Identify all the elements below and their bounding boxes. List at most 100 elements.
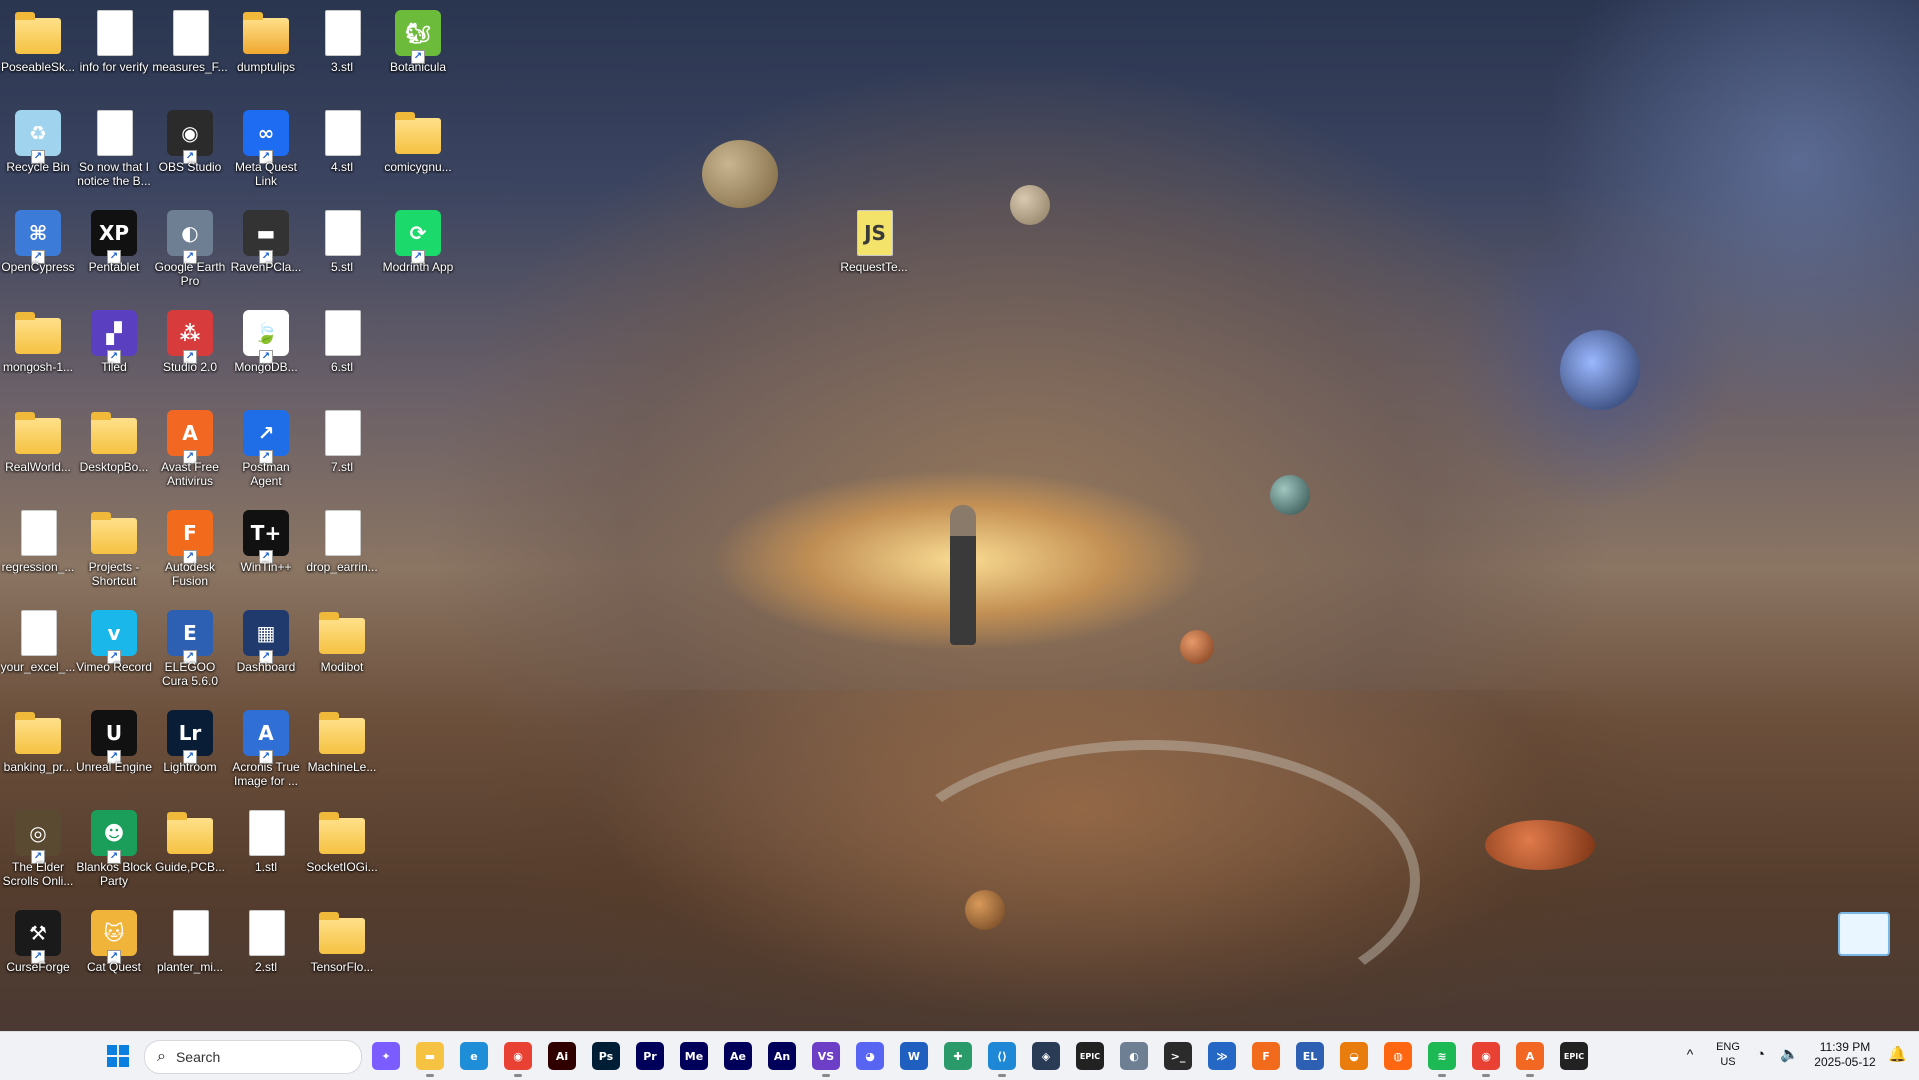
desktop-icon[interactable]: XPPentablet — [74, 206, 154, 302]
desktop-icon[interactable]: RealWorld... — [0, 406, 78, 502]
desktop-icon[interactable]: MachineLe... — [302, 706, 382, 802]
desktop-icon[interactable]: So now that I notice the B... — [74, 106, 154, 202]
desktop-icon[interactable]: ⁂Studio 2.0 — [150, 306, 230, 402]
desktop-icon[interactable]: dumptulips — [226, 6, 306, 102]
desktop-icon[interactable]: ∞Meta Quest Link — [226, 106, 306, 202]
desktop-icon[interactable]: AAcronis True Image for ... — [226, 706, 306, 802]
discord-icon[interactable]: ◕ — [856, 1042, 884, 1070]
desktop-icon[interactable]: your_excel_... — [0, 606, 78, 702]
desktop-icon-label: Autodesk Fusion — [164, 560, 216, 588]
desktop-icon-label: MachineLe... — [307, 760, 377, 774]
desktop-icon[interactable]: ▦Dashboard — [226, 606, 306, 702]
media-encoder-icon[interactable]: Me — [680, 1042, 708, 1070]
desktop-icon[interactable]: ♻Recycle Bin — [0, 106, 78, 202]
firefox-icon[interactable]: ◍ — [1384, 1042, 1412, 1070]
spotify-icon[interactable]: ≋ — [1428, 1042, 1456, 1077]
illustrator-icon[interactable]: Ai — [548, 1042, 576, 1070]
desktop-icon[interactable]: FAutodesk Fusion — [150, 506, 230, 602]
desktop-icon[interactable]: measures_F... — [150, 6, 230, 102]
desktop-icon[interactable]: ▬RavenPCla... — [226, 206, 306, 302]
volume-icon[interactable]: 🔈 — [1780, 1045, 1799, 1063]
desktop-icon-label: Modrinth App — [382, 260, 454, 274]
desktop-icon-label: 5.stl — [330, 260, 353, 274]
epic-games-icon[interactable]: EPIC — [1076, 1042, 1104, 1070]
fusion-icon[interactable]: F — [1252, 1042, 1280, 1070]
language-indicator[interactable]: ENG US — [1706, 1040, 1750, 1070]
desktop-icon[interactable]: ⟳Modrinth App — [378, 206, 458, 302]
taskbar-search-box[interactable]: ⌕ Search — [144, 1040, 362, 1074]
google-earth-icon[interactable]: ◐ — [1120, 1042, 1148, 1070]
desktop-icon[interactable]: info for verify — [74, 6, 154, 102]
wifi-icon[interactable]: ◔ — [1756, 1046, 1765, 1063]
desktop-icon[interactable]: LrLightroom — [150, 706, 230, 802]
desktop-icon[interactable]: 4.stl — [302, 106, 382, 202]
copilot-icon[interactable]: ✦ — [372, 1042, 400, 1070]
blender-icon[interactable]: ◒ — [1340, 1042, 1368, 1070]
notification-bell-icon[interactable]: 🔔 — [1888, 1045, 1907, 1063]
desktop-icon[interactable]: 1.stl — [226, 806, 306, 902]
desktop-icon[interactable]: drop_earrin... — [302, 506, 382, 602]
file-icon — [325, 310, 361, 356]
epic-games-icon-2[interactable]: EPIC — [1560, 1042, 1588, 1070]
desktop-icon-label: comicygnu... — [384, 160, 452, 174]
desktop-icon[interactable]: banking_pr... — [0, 706, 78, 802]
desktop-icon[interactable]: TensorFlo... — [302, 906, 382, 1002]
graph-tool-icon[interactable]: ✚ — [944, 1042, 972, 1070]
desktop-icon[interactable]: regression_... — [0, 506, 78, 602]
desktop-icon[interactable]: 7.stl — [302, 406, 382, 502]
desktop-icon[interactable]: 6.stl — [302, 306, 382, 402]
desktop-icon[interactable]: ↗Postman Agent — [226, 406, 306, 502]
animate-icon[interactable]: An — [768, 1042, 796, 1070]
file-explorer-icon[interactable]: ▬ — [416, 1042, 444, 1077]
desktop-icon[interactable]: ⚒CurseForge — [0, 906, 78, 1002]
desktop-icon[interactable]: ▞Tiled — [74, 306, 154, 402]
chrome-icon[interactable]: ◉ — [504, 1042, 532, 1077]
elegoo-icon[interactable]: EL — [1296, 1042, 1324, 1070]
desktop-icon[interactable]: comicygnu... — [378, 106, 458, 202]
desktop-icon[interactable]: JS RequestTe... — [834, 206, 914, 302]
desktop-icon[interactable]: ☻Blankos Block Party — [74, 806, 154, 902]
desktop-icon[interactable]: vVimeo Record — [74, 606, 154, 702]
corner-widget-icon[interactable] — [1838, 912, 1890, 956]
windows-start-icon[interactable] — [104, 1042, 132, 1070]
desktop-icon[interactable]: AAvast Free Antivirus — [150, 406, 230, 502]
desktop-icon[interactable]: PoseableSk... — [0, 6, 78, 102]
terminal-icon[interactable]: >_ — [1164, 1042, 1192, 1070]
desktop-icon[interactable]: ⌘OpenCypress — [0, 206, 78, 302]
after-effects-icon[interactable]: Ae — [724, 1042, 752, 1070]
desktop-icon[interactable]: ◎The Elder Scrolls Onli... — [0, 806, 78, 902]
desktop-icon[interactable]: 🍃MongoDB... — [226, 306, 306, 402]
desktop-icon[interactable]: DesktopBo... — [74, 406, 154, 502]
visual-studio-icon[interactable]: VS — [812, 1042, 840, 1077]
desktop-icon[interactable]: 3.stl — [302, 6, 382, 102]
desktop-icon-label: Modibot — [320, 660, 364, 674]
desktop-icon-label: Google Earth Pro — [154, 260, 226, 288]
desktop-wallpaper: PoseableSk... info for verify measures_F..… — [0, 0, 1919, 1031]
clock[interactable]: 11:39 PM 2025-05-12 — [1806, 1040, 1884, 1070]
avast-icon[interactable]: A — [1516, 1042, 1544, 1077]
desktop-icon[interactable]: T+WinTin++ — [226, 506, 306, 602]
desktop-icon[interactable]: SocketIOGi... — [302, 806, 382, 902]
desktop-icon[interactable]: 🐱Cat Quest — [74, 906, 154, 1002]
desktop-icon[interactable]: 🐿Botanicula — [378, 6, 458, 102]
powershell-icon[interactable]: ≫ — [1208, 1042, 1236, 1070]
desktop-icon[interactable]: Modibot — [302, 606, 382, 702]
desktop-icon[interactable]: ◐Google Earth Pro — [150, 206, 230, 302]
desktop-icon[interactable]: planter_mi... — [150, 906, 230, 1002]
desktop-icon[interactable]: ◉OBS Studio — [150, 106, 230, 202]
edge-icon[interactable]: e — [460, 1042, 488, 1070]
photoshop-icon[interactable]: Ps — [592, 1042, 620, 1070]
cube-app-icon[interactable]: ◈ — [1032, 1042, 1060, 1070]
desktop-icon[interactable]: 5.stl — [302, 206, 382, 302]
premiere-icon[interactable]: Pr — [636, 1042, 664, 1070]
desktop-icon[interactable]: EELEGOO Cura 5.6.0 — [150, 606, 230, 702]
tray-chevron-icon[interactable]: ^ — [1680, 1047, 1700, 1062]
chrome-profile-icon[interactable]: ◉ — [1472, 1042, 1500, 1077]
desktop-icon[interactable]: Guide,PCB... — [150, 806, 230, 902]
desktop-icon[interactable]: 2.stl — [226, 906, 306, 1002]
desktop-icon[interactable]: Projects - Shortcut — [74, 506, 154, 602]
desktop-icon[interactable]: UUnreal Engine — [74, 706, 154, 802]
word-icon[interactable]: W — [900, 1042, 928, 1070]
vscode-icon[interactable]: ⟨⟩ — [988, 1042, 1016, 1077]
desktop-icon[interactable]: mongosh-1... — [0, 306, 78, 402]
